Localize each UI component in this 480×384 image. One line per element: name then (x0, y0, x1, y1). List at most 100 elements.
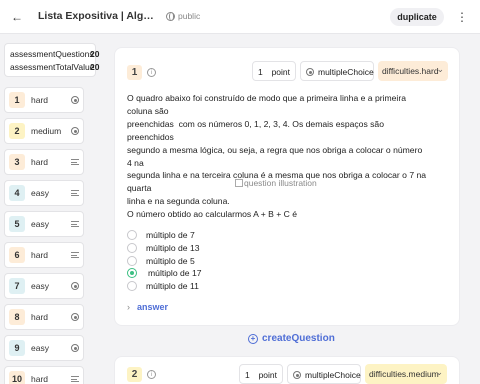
sidebar-question-difficulty: hard (31, 157, 49, 167)
question-type-selector[interactable]: multipleChoice (287, 364, 361, 384)
question-text: O quadro abaixo foi construído de modo q… (127, 92, 427, 221)
question-number: 2 (127, 367, 142, 382)
question-illustration-alt: question illustration (244, 178, 317, 188)
lines-icon (71, 190, 79, 196)
sidebar-question-item[interactable]: 3 hard (4, 149, 84, 175)
radio-icon[interactable] (127, 255, 137, 266)
radio-icon (71, 127, 79, 135)
lines-icon (71, 159, 79, 165)
back-arrow-icon[interactable]: ← (9, 9, 25, 25)
chevron-right-icon: › (127, 302, 130, 312)
lines-icon (71, 221, 79, 227)
questions-stat-label: assessmentQuestions (10, 49, 94, 59)
more-options-icon[interactable]: ⋮ (456, 9, 468, 25)
sidebar-question-item[interactable]: 8 hard (4, 304, 84, 330)
create-question-button[interactable]: + createQuestion (248, 333, 335, 344)
sidebar-question-item[interactable]: 1 hard (4, 87, 84, 113)
sidebar-question-number: 3 (9, 154, 25, 170)
radio-icon (306, 68, 314, 76)
chevron-down-icon: ⌄ (435, 367, 443, 377)
total-value-stat-label: assessmentTotalValue (10, 62, 95, 72)
questions-stat: assessmentQuestions 20 (10, 49, 99, 59)
total-value-stat: assessmentTotalValue 20 (10, 62, 99, 72)
total-value-stat-value: 20 (90, 62, 100, 72)
answer-option-label: múltiplo de 5 (146, 255, 195, 266)
radio-icon (71, 313, 79, 321)
answer-option-label: múltiplo de 7 (146, 230, 195, 240)
info-icon[interactable]: i (147, 370, 156, 379)
difficulty-dropdown[interactable]: difficulties.medium ⌄ (365, 364, 447, 384)
sidebar-question-number: 7 (9, 278, 25, 294)
answer-option[interactable]: múltiplo de 13 (127, 242, 327, 254)
sidebar-question-difficulty: easy (31, 219, 49, 229)
duplicate-button[interactable]: duplicate (390, 8, 444, 26)
sidebar-question-item[interactable]: 10 hard (4, 366, 84, 384)
globe-icon (166, 11, 175, 21)
question-type-label: multipleChoice (318, 67, 374, 77)
question-text-line: linha e na segunda coluna. (127, 196, 230, 207)
sidebar-question-item[interactable]: 7 easy (4, 273, 84, 299)
answer-option-label: múltiplo de 11 (146, 281, 199, 292)
answer-label: answer (137, 302, 169, 312)
question-card: 1 i 1 point multipleChoice difficulties.… (114, 47, 460, 326)
points-field[interactable]: 1 point (252, 61, 296, 81)
points-value: 1 (245, 370, 250, 380)
radio-icon[interactable] (127, 230, 137, 240)
question-type-selector[interactable]: multipleChoice (300, 61, 374, 81)
plus-circle-icon: + (248, 333, 258, 344)
sidebar-question-number: 10 (9, 371, 25, 384)
answer-option[interactable]: múltiplo de 17 (127, 267, 327, 279)
create-question-label: createQuestion (262, 333, 335, 344)
visibility-label: public (178, 11, 201, 21)
question-illustration: question illustration (235, 178, 317, 188)
radio-icon[interactable] (127, 281, 137, 292)
sidebar-question-number: 6 (9, 247, 25, 263)
sidebar-question-difficulty: easy (31, 281, 49, 291)
points-unit: point (258, 370, 277, 380)
sidebar-question-difficulty: easy (31, 343, 49, 353)
sidebar-question-difficulty: hard (31, 95, 49, 105)
points-field[interactable]: 1 point (239, 364, 283, 384)
sidebar-question-difficulty: easy (31, 188, 49, 198)
sidebar-question-difficulty: hard (31, 250, 49, 260)
radio-icon (71, 96, 79, 104)
points-value: 1 (258, 67, 263, 77)
question-text-line: O quadro abaixo foi construído de modo q… (127, 93, 409, 116)
info-icon[interactable]: i (147, 68, 156, 77)
top-bar: ← Lista Expositiva | Algoritmo Secreto p… (0, 0, 480, 34)
answer-option[interactable]: múltiplo de 5 (127, 255, 327, 267)
chevron-down-icon: ⌄ (436, 64, 444, 74)
sidebar-question-number: 9 (9, 340, 25, 356)
sidebar-question-item[interactable]: 4 easy (4, 180, 84, 206)
sidebar-question-difficulty: hard (31, 312, 49, 322)
sidebar-question-item[interactable]: 2 medium (4, 118, 84, 144)
radio-icon[interactable] (127, 242, 137, 253)
radio-icon (71, 282, 79, 290)
sidebar-question-number: 1 (9, 92, 25, 108)
question-text-line: preenchidas com os números 0, 1, 2, 3, 4… (127, 118, 387, 142)
page-title: Lista Expositiva | Algoritmo Secreto (38, 10, 160, 22)
difficulty-dropdown[interactable]: difficulties.hard ⌄ (378, 61, 448, 81)
radio-checked-icon[interactable] (127, 268, 137, 279)
sidebar-question-number: 5 (9, 216, 25, 232)
answer-option-label: múltiplo de 13 (146, 242, 200, 253)
answer-option[interactable]: múltiplo de 11 (127, 280, 327, 292)
questions-stat-value: 20 (90, 49, 100, 59)
question-type-label: multipleChoice (305, 370, 361, 380)
lines-icon (71, 376, 79, 382)
radio-icon (293, 371, 301, 379)
answer-toggle[interactable]: › answer (127, 302, 168, 312)
sidebar-question-number: 8 (9, 309, 25, 325)
broken-image-icon (235, 179, 243, 187)
visibility-indicator: public (166, 11, 200, 21)
sidebar-question-number: 2 (9, 123, 25, 139)
sidebar-question-item[interactable]: 5 easy (4, 211, 84, 237)
answer-option-label: múltiplo de 17 (148, 268, 202, 279)
sidebar-question-difficulty: hard (31, 374, 49, 384)
answer-option[interactable]: múltiplo de 7 (127, 229, 327, 241)
question-text-line: segundo a mesma lógica, ou seja, a regra… (127, 144, 425, 168)
assessment-stats: assessmentQuestions 20 assessmentTotalVa… (4, 43, 99, 77)
points-unit: point (271, 67, 290, 77)
sidebar-question-item[interactable]: 9 easy (4, 335, 84, 361)
sidebar-question-item[interactable]: 6 hard (4, 242, 84, 268)
